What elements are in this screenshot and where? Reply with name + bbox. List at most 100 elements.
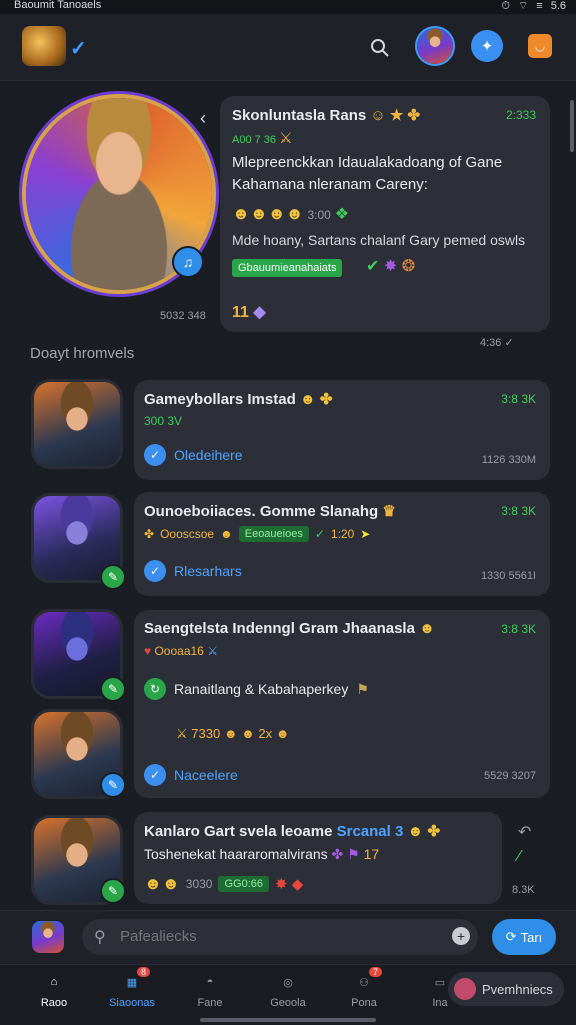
list-item[interactable]: Kanlaro Gart svela leoame Srcanal 3 ☻ ✤ … (134, 812, 502, 904)
check-icon: ⁄ (518, 848, 521, 865)
row-action[interactable]: ✓ Naceelere (144, 764, 238, 786)
featured-tag[interactable]: Gbauumieanahaiats (232, 259, 343, 277)
row-sub: ♥ Oooaa16 ⚔ (144, 644, 218, 658)
row-sub: ✤ Oooscsoe ☻ Eeoaueioes ✓ 1:20 ➤ (144, 526, 371, 542)
row-action[interactable]: ✓ Oledeihere (144, 444, 243, 466)
row-time: 3:8 3K (501, 392, 536, 406)
tab-profile[interactable]: ⚇ 7 Pona (332, 967, 396, 1009)
list-item[interactable]: Ounoeboiiaces. Gomme Slanahg ♛ 3:8 3K ✤ … (134, 492, 550, 596)
scrollbar[interactable] (570, 100, 574, 152)
signal-icon: ≡ (536, 0, 543, 12)
list-item[interactable]: Saengtelsta Indenngl Gram Jhaanasla ☻ 3:… (134, 610, 550, 798)
profile-avatar[interactable] (417, 28, 453, 64)
hero-time: 5032 348 (160, 310, 206, 322)
add-icon[interactable]: + (452, 927, 470, 945)
sparkle-icon: ✤ (144, 527, 155, 541)
smile-icon: ☻ ✤ (295, 391, 333, 408)
row-sub: Toshenekat haararomalvirans ✤ ⚑ 17 (144, 846, 380, 862)
search-icon[interactable] (366, 34, 394, 62)
tab-store[interactable]: ▦ 8 Siaoonas (100, 967, 164, 1009)
row-pill: GG0:66 (218, 876, 270, 892)
reply-icon[interactable]: ↶ (518, 822, 531, 842)
row-footer: 5529 3207 (484, 770, 536, 782)
row-badge-icon: ✎ (100, 676, 126, 702)
row-footer: 1126 330M (481, 454, 536, 466)
check-circle-icon: ✓ (144, 560, 166, 582)
featured-time: 2:333 (505, 108, 536, 122)
sword-icon: ⚔ (207, 644, 218, 658)
featured-number: 11 ◆ (232, 304, 266, 321)
arrow-icon: ➤ (360, 527, 371, 541)
notification-icon (454, 978, 476, 1000)
check-icon: ✓ (70, 38, 87, 60)
star-icon: ☺ ★ ✤ (370, 107, 421, 124)
check-icon: ✓ (314, 527, 325, 541)
wifi-icon: ⌔ (517, 0, 529, 12)
crown-icon: ♛ (378, 503, 396, 520)
smile-icon: ☻ (414, 620, 435, 637)
read-check-icon: ✓ (504, 337, 514, 349)
hero-badge-icon: ♫ (172, 246, 204, 278)
row-badge-icon: ✎ (100, 564, 126, 590)
composer-avatar[interactable] (32, 921, 64, 953)
row-footer: 8.3K (512, 884, 535, 896)
row-sub: 300 3V (144, 414, 183, 428)
home-icon: ⌂ (50, 976, 58, 988)
controller-icon: ◓ (206, 976, 214, 988)
send-button[interactable]: ⟳ Tarı (492, 919, 556, 955)
emoji-row: ☻☻☻☻ 3:00 ❖ (232, 204, 349, 224)
emoji-icon: ☻☻ (144, 874, 180, 893)
status-bar: Baoumit Tanoaels ⏱ ⌔ ≡ 5.6 (0, 0, 576, 14)
home-indicator (200, 1018, 376, 1022)
user-icon: ⚇ 7 (352, 967, 382, 993)
row-title: Saengtelsta Indenngl Gram Jhaanasla ☻ (144, 620, 435, 637)
row-title: Gameybollars Imstad ☻ ✤ (144, 391, 333, 408)
mail-icon[interactable]: ◡ (528, 34, 552, 58)
list-item[interactable]: Gameybollars Imstad ☻ ✤ 3:8 3K 300 3V ✓ O… (134, 380, 550, 480)
tab-explore[interactable]: ◎ Geoola (256, 971, 320, 1010)
row-badge-icon: ✎ (100, 772, 126, 798)
ruby-icon: ✸ ◆ (275, 876, 304, 893)
top-bar: ✓ ✦ ◡ (0, 14, 576, 81)
emoji-icon: ☻☻☻☻ (232, 204, 304, 223)
message-input[interactable] (118, 927, 442, 946)
smile-icon: ☻ ✤ (403, 823, 441, 840)
reaction-icons: ✔ ✸ ❂ (366, 258, 416, 275)
status-title: Baoumit Tanoaels (14, 0, 102, 11)
row-time: 3:8 3K (501, 622, 536, 636)
sword-icon: ⚔ (279, 130, 293, 147)
app-logo[interactable] (22, 26, 66, 66)
row-avatar[interactable] (34, 382, 120, 466)
send-icon: ⟳ (505, 929, 517, 944)
tab-badge: 7 (368, 967, 382, 977)
message-input-wrap[interactable]: ⚲ + (82, 919, 478, 955)
gem-icon: ❖ (334, 206, 350, 223)
row-emoji-line: ☻☻ 3030 GG0:66 ✸ ◆ (144, 874, 304, 893)
tab-home[interactable]: ⌂ Raoo (22, 971, 86, 1009)
compass-icon: ◎ (283, 976, 293, 989)
row-pill: Eeoaueioes (238, 526, 309, 542)
attach-icon[interactable]: ⚲ (94, 927, 106, 947)
refresh-icon: ↻ (144, 678, 166, 700)
row-action[interactable]: ✓ Rlesarhars (144, 560, 242, 582)
featured-line-3: Mde hoany, Sartans chalanf Gary pemed os… (232, 232, 526, 248)
pin-icon: ⚑ (356, 680, 369, 697)
flag-icon: ✤ ⚑ (331, 846, 360, 862)
row-badge-icon: ✎ (100, 878, 126, 904)
back-arrow-icon[interactable]: ‹ (200, 108, 206, 129)
featured-line-2: Kahamana nleranam Careny: (232, 176, 428, 193)
battery-level: 5.6 (550, 0, 566, 12)
tab-games[interactable]: ◓ Fane (178, 971, 242, 1009)
notification-chip[interactable]: Pvemhniecs (448, 972, 564, 1006)
row-footer: 1330 5561I (480, 570, 536, 582)
chat-bubble-icon[interactable]: ✦ (471, 30, 503, 62)
row-title: Kanlaro Gart svela leoame Srcanal 3 ☻ ✤ (144, 823, 441, 840)
tab-badge: 8 (136, 967, 150, 977)
featured-footer-time: 4:36 ✓ (480, 337, 514, 349)
crystal-icon: ◆ (253, 304, 266, 321)
featured-sub: A00 7 36 ⚔ (232, 130, 293, 147)
row-action-2[interactable]: ↻ Ranaitlang & Kabahaperkey ⚑ (144, 678, 369, 700)
featured-message[interactable]: Skonluntasla Rans ☺ ★ ✤ 2:333 A00 7 36 ⚔… (220, 96, 550, 332)
alarm-icon: ⏱ (501, 0, 510, 12)
featured-line-1: Mlepreenckkan Idaualakadoang of Gane (232, 154, 503, 171)
